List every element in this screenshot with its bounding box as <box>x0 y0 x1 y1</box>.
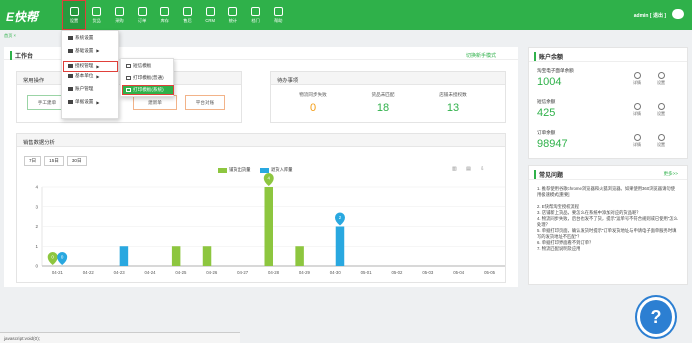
settings-button[interactable]: 设置 <box>657 134 665 148</box>
bar-04-23-s1[interactable] <box>119 246 129 266</box>
info-icon <box>633 103 641 110</box>
y-tick-label: 4 <box>35 185 38 190</box>
detail-button[interactable]: 详情 <box>633 72 641 86</box>
x-tick-label: 04-29 <box>299 270 311 275</box>
detail-button[interactable]: 详情 <box>633 103 641 117</box>
submenu-arrow-icon: ▶ <box>96 99 100 105</box>
faq-more-link[interactable]: 更多>> <box>663 171 678 177</box>
template-icon <box>126 88 131 92</box>
x-tick-label: 04-30 <box>330 270 342 275</box>
action-label: 详情 <box>633 142 641 147</box>
x-tick-label: 04-22 <box>83 270 95 275</box>
settings-button[interactable]: 设置 <box>657 103 665 117</box>
faq-item[interactable]: 5. 单据打印页面，确认发货时提示“订单发货地址与申请电子面单服务时填写的发货地… <box>537 228 679 240</box>
action-label: 设置 <box>657 111 665 116</box>
y-tick-label: 3 <box>35 204 38 209</box>
dropdown-item-0[interactable]: 系统设置 <box>68 35 96 41</box>
menu-item-icon <box>68 36 73 40</box>
x-tick-label: 04-24 <box>145 270 157 275</box>
action-label: 详情 <box>633 80 641 85</box>
settings-dropdown: 系统设置 基础设置 ▶ 授权管理 ▶ 基本单位 ▶ 账户管理 单据设置 ▶ <box>61 30 119 119</box>
menu-item-icon <box>68 100 73 104</box>
dropdown-item-4[interactable]: 账户管理 <box>68 86 96 92</box>
account-item: 淘宝电子面单余额 1004 详情 设置 <box>537 68 687 94</box>
dropdown-label: 基础设置 <box>75 47 94 53</box>
faq-item[interactable]: 1. 推荐使用谷歌chrome浏览器和火狐浏览器。如果使用360浏览器请勿使用极… <box>537 186 679 198</box>
menu-item-icon <box>68 74 73 79</box>
template-icon <box>126 75 131 80</box>
bar-04-29-s0[interactable] <box>295 246 304 266</box>
action-label: 设置 <box>657 80 665 85</box>
template-icon <box>126 64 131 68</box>
account-item: 订单余额 98947 详情 设置 <box>537 130 687 156</box>
submenu-item-0[interactable]: 短信模板 <box>126 63 151 69</box>
x-tick-label: 04-28 <box>268 270 280 275</box>
y-tick-label: 2 <box>35 224 38 229</box>
menu-item-icon <box>68 48 73 53</box>
dropdown-label: 单据设置 <box>75 99 94 104</box>
bar-04-25-s0[interactable] <box>171 246 181 266</box>
faq-item[interactable]: 7. 物流匹配说明及应用 <box>537 246 679 252</box>
submenu-arrow-icon: ▶ <box>96 63 100 69</box>
dropdown-item-1[interactable]: 基础设置 ▶ <box>68 48 99 54</box>
bar-04-28-s0[interactable] <box>264 187 274 266</box>
action-label: 设置 <box>657 142 665 147</box>
account-panel: 账户余额 淘宝电子面单余额 1004 详情 设置 短信余额 425 详情 设置 订单余额 9894… <box>528 47 688 159</box>
dropdown-label: 基本单位 <box>75 73 94 79</box>
menu-item-icon <box>68 64 73 69</box>
x-tick-label: 05-03 <box>422 270 434 275</box>
bar-04-30-s1[interactable] <box>335 226 345 267</box>
dropdown-label: 账户管理 <box>75 86 94 92</box>
faq-title: 常见问题 <box>534 170 563 179</box>
x-tick-label: 04-26 <box>206 270 218 275</box>
account-item: 短信余额 425 详情 设置 <box>537 99 687 125</box>
faq-panel: 常见问题 更多>> 1. 推荐使用谷歌chrome浏览器和火狐浏览器。如果使用3… <box>528 165 688 285</box>
x-tick-label: 05-02 <box>391 270 403 275</box>
y-tick-label: 0 <box>35 264 38 269</box>
submenu-label: 打印模板(系统) <box>133 87 164 92</box>
submenu-arrow-icon: ▶ <box>96 73 100 79</box>
auth-submenu: 短信模板打印模板(普通) 打印模板(系统) <box>120 58 174 97</box>
settings-button[interactable]: 设置 <box>657 72 665 86</box>
menu-item-icon <box>68 87 73 92</box>
gear-icon <box>657 134 665 141</box>
dropdown-item-2[interactable]: 授权管理 ▶ <box>63 60 118 72</box>
info-icon <box>633 72 641 79</box>
y-tick-label: 1 <box>35 244 38 249</box>
dropdown-item-3[interactable]: 基本单位 ▶ <box>68 73 99 79</box>
submenu-item-1[interactable]: 打印模板(普通) <box>126 75 164 81</box>
x-tick-label: 05-05 <box>484 270 496 275</box>
account-title: 账户余额 <box>534 52 563 61</box>
help-assistant-icon[interactable]: ? <box>637 297 675 337</box>
dropdown-label: 授权管理 <box>75 63 94 69</box>
dropdown-item-5[interactable]: 单据设置 ▶ <box>68 99 99 105</box>
info-icon <box>633 134 641 141</box>
submenu-label: 短信模板 <box>133 63 152 68</box>
x-tick-label: 04-27 <box>237 270 249 275</box>
bar-04-26-s0[interactable] <box>202 246 212 266</box>
gear-icon <box>657 72 665 79</box>
x-tick-label: 04-23 <box>114 270 126 275</box>
submenu-item-2[interactable]: 打印模板(系统) <box>122 85 174 95</box>
status-bar: javascript:void(0); <box>0 332 240 343</box>
x-tick-label: 04-21 <box>52 270 64 275</box>
x-tick-label: 05-01 <box>361 270 373 275</box>
faq-item[interactable]: 4. 物流同步失败，后台也发不了货，提示“运单号不符合规则或已使用”怎么处理？ <box>537 216 679 228</box>
x-tick-label: 05-04 <box>453 270 465 275</box>
gear-icon <box>657 103 665 110</box>
submenu-label: 打印模板(普通) <box>133 74 164 80</box>
submenu-arrow-icon: ▶ <box>96 48 100 54</box>
x-tick-label: 04-25 <box>175 270 187 275</box>
action-label: 详情 <box>633 111 641 116</box>
detail-button[interactable]: 详情 <box>633 134 641 148</box>
dropdown-label: 系统设置 <box>75 35 94 40</box>
